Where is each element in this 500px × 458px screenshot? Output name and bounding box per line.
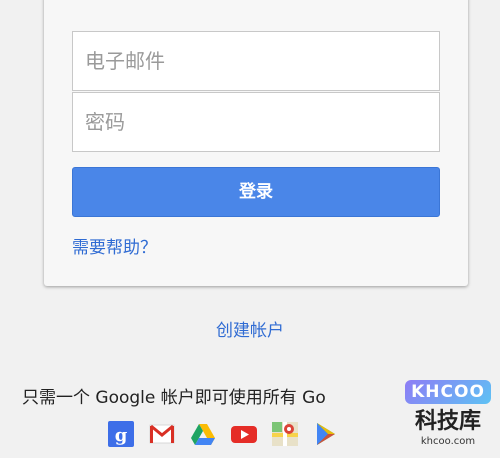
email-field[interactable] <box>72 31 440 91</box>
gmail-icon <box>149 424 175 444</box>
password-field[interactable] <box>72 92 440 152</box>
google-app-icons: g <box>108 421 339 447</box>
login-page: 登录 需要帮助？ 创建帐户 只需一个 Google 帐户即可使用所有 Go g <box>0 0 500 458</box>
watermark-url: khcoo.com <box>420 436 476 447</box>
maps-icon <box>272 422 298 446</box>
watermark-logo: KHCOO <box>405 380 491 404</box>
login-button[interactable]: 登录 <box>72 167 440 217</box>
google-account-tagline: 只需一个 Google 帐户即可使用所有 Go <box>22 388 326 408</box>
play-store-icon <box>317 423 335 445</box>
watermark-chinese-text: 科技库 <box>414 409 481 434</box>
svg-text:g: g <box>115 425 128 446</box>
create-account-link[interactable]: 创建帐户 <box>0 316 500 341</box>
khcoo-watermark: KHCOO 科技库 khcoo.com <box>400 378 496 458</box>
youtube-icon <box>231 426 257 443</box>
google-plus-icon: g <box>108 421 134 447</box>
drive-icon <box>191 424 215 445</box>
need-help-link[interactable]: 需要帮助？ <box>72 233 157 258</box>
